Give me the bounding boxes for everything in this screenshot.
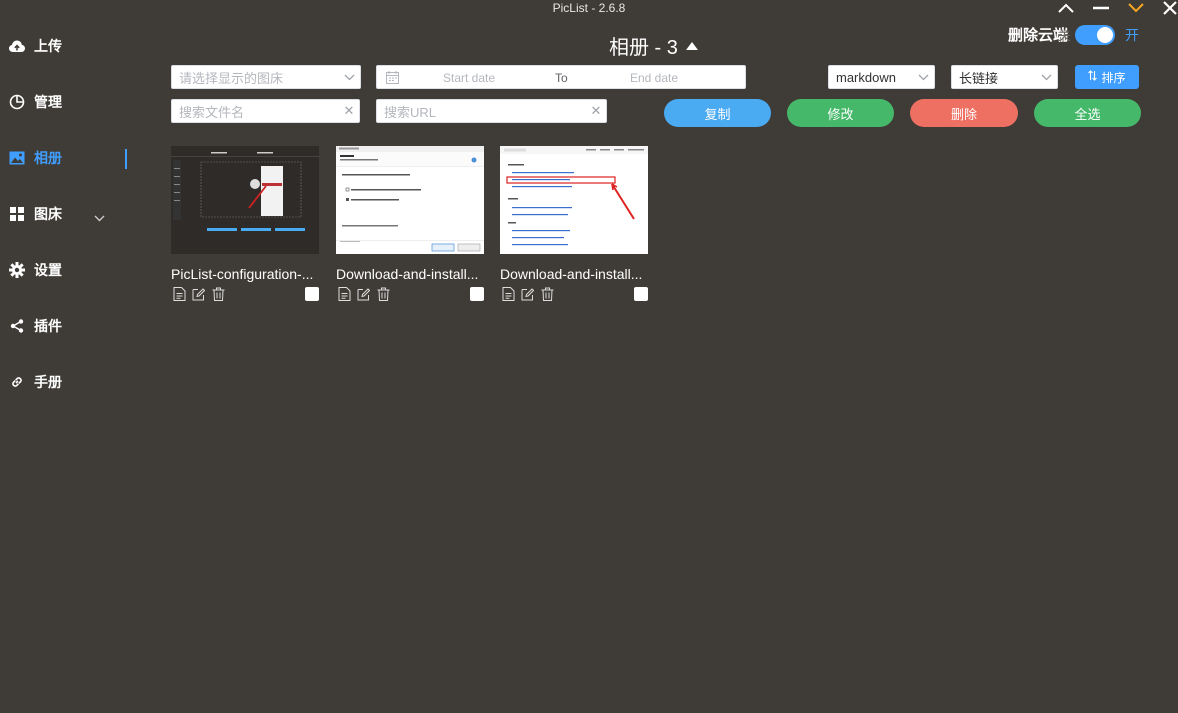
sidebar-item-label: 插件 xyxy=(34,318,62,334)
image-filename: Download-and-install... xyxy=(500,266,643,282)
sidebar-item-settings[interactable]: 设置 xyxy=(0,250,130,290)
clear-icon[interactable]: ✕ xyxy=(339,103,359,119)
trash-icon[interactable] xyxy=(377,287,391,301)
edit-icon[interactable] xyxy=(357,287,371,301)
picbed-select[interactable]: 请选择显示的图床 xyxy=(171,65,361,89)
window-title: PicList - 2.6.8 xyxy=(552,1,626,15)
search-url-input[interactable]: 搜索URL ✕ xyxy=(376,99,607,123)
sort-button[interactable]: 排序 xyxy=(1075,65,1139,89)
link-type-select[interactable]: 长链接 xyxy=(951,65,1058,89)
card-actions xyxy=(500,287,648,303)
select-checkbox[interactable] xyxy=(305,287,319,301)
sort-button-label: 排序 xyxy=(1101,70,1126,85)
trash-icon[interactable] xyxy=(212,287,226,301)
sidebar-item-upload[interactable]: 上传 xyxy=(0,26,130,66)
document-icon[interactable] xyxy=(502,287,516,301)
search-filename-placeholder: 搜索文件名 xyxy=(179,104,245,120)
image-thumbnail[interactable] xyxy=(500,146,648,254)
clear-icon[interactable]: ✕ xyxy=(586,103,606,119)
document-icon[interactable] xyxy=(338,287,352,301)
share-icon xyxy=(9,318,25,334)
collapse-up-icon[interactable] xyxy=(1054,0,1078,16)
sidebar-item-label: 上传 xyxy=(34,38,62,54)
trash-icon[interactable] xyxy=(541,287,555,301)
link-icon xyxy=(9,374,25,390)
date-range-separator: To xyxy=(555,71,568,85)
search-url-placeholder: 搜索URL xyxy=(384,104,437,120)
edit-icon[interactable] xyxy=(521,287,535,301)
date-range-picker[interactable]: Start date To End date xyxy=(376,65,746,89)
toggle-on-text: 开 xyxy=(1125,26,1140,43)
sidebar-item-manual[interactable]: 手册 xyxy=(0,362,130,402)
delete-button[interactable]: 删除 xyxy=(910,99,1018,127)
edit-button[interactable]: 修改 xyxy=(787,99,894,127)
sidebar-item-label: 管理 xyxy=(34,94,62,110)
edit-icon[interactable] xyxy=(192,287,206,301)
chevron-down-icon[interactable] xyxy=(1124,0,1148,16)
switch-knob xyxy=(1097,26,1114,43)
sidebar-item-label: 手册 xyxy=(34,374,62,390)
sidebar-item-picbed[interactable]: 图床 xyxy=(0,194,130,234)
image-filename: Download-and-install... xyxy=(336,266,479,282)
grid-icon xyxy=(9,206,25,222)
sidebar-item-plugins[interactable]: 插件 xyxy=(0,306,130,346)
format-select[interactable]: markdown xyxy=(828,65,935,89)
album-title-text: 相册 - 3 xyxy=(609,37,678,59)
search-filename-input[interactable]: 搜索文件名 ✕ xyxy=(171,99,360,123)
caret-up-icon xyxy=(685,41,698,50)
chevron-down-icon xyxy=(94,209,105,227)
end-date-input[interactable]: End date xyxy=(630,71,678,85)
sidebar-active-indicator xyxy=(125,149,127,169)
copy-button[interactable]: 复制 xyxy=(664,99,771,127)
start-date-input[interactable]: Start date xyxy=(443,71,495,85)
close-icon[interactable] xyxy=(1158,0,1178,16)
image-thumbnail[interactable] xyxy=(171,146,319,254)
image-thumbnail[interactable] xyxy=(336,146,484,254)
sidebar-item-label: 设置 xyxy=(34,262,62,278)
document-icon[interactable] xyxy=(173,287,187,301)
card-actions xyxy=(336,287,484,303)
link-type-value: 长链接 xyxy=(959,70,999,86)
sidebar-item-manage[interactable]: 管理 xyxy=(0,82,130,122)
chevron-down-icon xyxy=(338,74,360,81)
select-all-button[interactable]: 全选 xyxy=(1034,99,1141,127)
gallery-card: Download-and-install... xyxy=(336,146,484,303)
picture-icon xyxy=(9,150,25,166)
gallery-card: PicList-configuration-... xyxy=(171,146,319,303)
select-checkbox[interactable] xyxy=(470,287,484,301)
sidebar-item-label: 相册 xyxy=(34,150,62,166)
gallery-card: Download-and-install... xyxy=(500,146,648,303)
pie-chart-icon xyxy=(9,94,25,110)
calendar-icon xyxy=(386,71,399,87)
chevron-down-icon xyxy=(912,74,934,81)
image-filename: PicList-configuration-... xyxy=(171,266,314,282)
sidebar-item-label: 图床 xyxy=(34,206,62,222)
delete-cloud-switch[interactable] xyxy=(1075,24,1116,45)
select-checkbox[interactable] xyxy=(634,287,648,301)
sidebar-item-album[interactable]: 相册 xyxy=(0,138,130,178)
cloud-upload-icon xyxy=(9,38,25,54)
gear-icon xyxy=(9,262,25,278)
format-select-value: markdown xyxy=(836,69,896,85)
delete-cloud-toggle-group: 删除云端 关 开 xyxy=(1008,24,1139,45)
card-actions xyxy=(171,287,319,303)
sort-icon xyxy=(1088,70,1098,84)
toggle-off-text: 关 xyxy=(1058,28,1072,43)
minimize-icon[interactable] xyxy=(1089,0,1113,16)
album-title[interactable]: 相册 - 3 xyxy=(609,31,698,60)
picbed-select-placeholder: 请选择显示的图床 xyxy=(179,70,284,86)
chevron-down-icon xyxy=(1035,74,1057,81)
